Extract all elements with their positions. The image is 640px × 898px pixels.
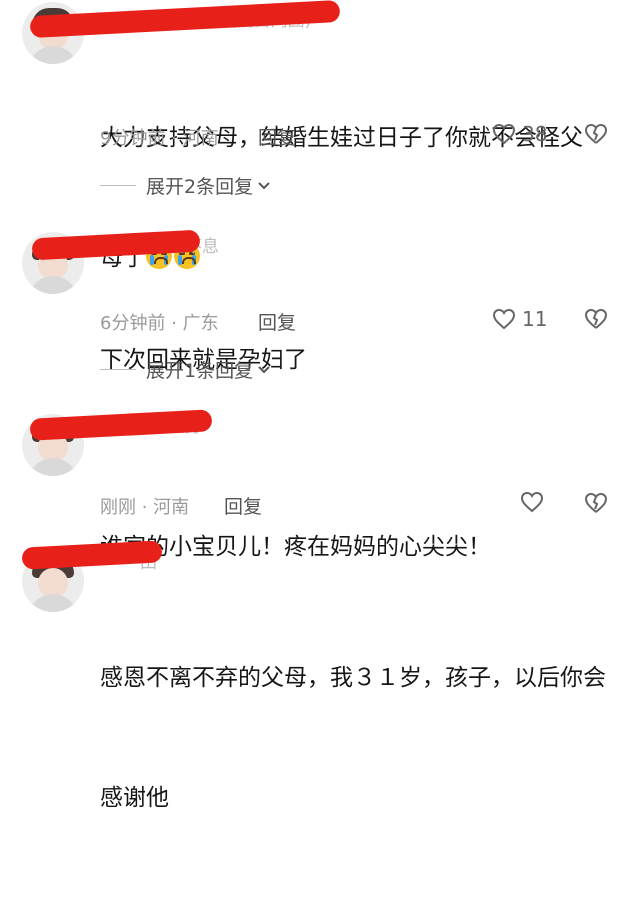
broken-heart-icon <box>584 308 608 329</box>
heart-outline-icon <box>520 491 544 513</box>
chevron-down-icon <box>258 181 270 189</box>
comment-text: 感恩不离不弃的父母，我３１岁，孩子，以后你会 感谢他 <box>100 665 606 811</box>
reply-button[interactable]: 回复 <box>258 123 296 150</box>
chevron-down-icon <box>258 365 270 373</box>
dislike-button[interactable] <box>584 308 608 330</box>
broken-heart-icon <box>584 492 608 513</box>
expand-replies-button[interactable]: 展开1条回复 <box>100 356 271 383</box>
heart-outline-icon <box>492 123 516 145</box>
heart-outline-icon <box>492 308 516 330</box>
expand-replies-button[interactable]: 展开2条回复 <box>100 172 271 199</box>
dislike-button[interactable] <box>584 492 608 514</box>
like-button[interactable] <box>520 491 544 513</box>
like-count: 11 <box>522 307 548 331</box>
like-button[interactable]: 38 <box>492 122 547 146</box>
reply-button[interactable]: 回复 <box>224 492 262 519</box>
like-count: 38 <box>522 122 548 146</box>
reply-button[interactable]: 回复 <box>258 308 296 335</box>
broken-heart-icon <box>584 123 608 144</box>
comment-meta: 6分钟前 · 广东 <box>100 313 219 334</box>
like-button[interactable]: 11 <box>492 307 547 331</box>
dislike-button[interactable] <box>584 123 608 145</box>
redaction-mark <box>29 0 341 39</box>
comment-meta: 刚刚 · 河南 <box>100 497 190 518</box>
comment-meta: 9分钟前 · 河南 <box>100 128 219 149</box>
